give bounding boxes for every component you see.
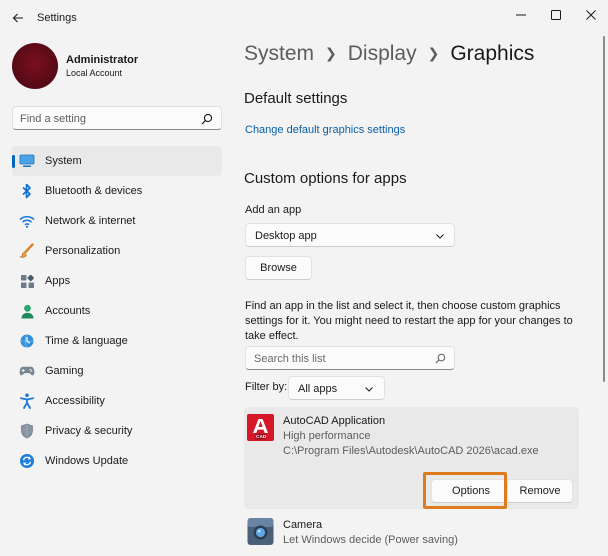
sidebar-item-personalization[interactable]: Personalization — [12, 236, 222, 266]
accessibility-icon — [19, 393, 35, 409]
default-settings-heading: Default settings — [244, 90, 348, 107]
sidebar-item-accounts[interactable]: Accounts — [12, 296, 222, 326]
list-search-input[interactable] — [254, 351, 429, 366]
sidebar-item-bluetooth[interactable]: Bluetooth & devices — [12, 176, 222, 206]
app-graphics-preference: High performance — [283, 430, 371, 442]
filter-dropdown[interactable]: All apps — [288, 376, 385, 400]
filter-label: Filter by: — [245, 381, 288, 393]
shield-icon — [19, 423, 35, 439]
sidebar-item-label: Time & language — [45, 335, 128, 347]
app-name: Camera — [283, 519, 323, 531]
app-path: C:\Program Files\Autodesk\AutoCAD 2026\a… — [283, 445, 539, 457]
filter-selected: All apps — [298, 383, 338, 395]
maximize-button[interactable] — [541, 4, 571, 26]
sidebar-item-system[interactable]: System — [12, 146, 222, 176]
close-button[interactable] — [576, 4, 606, 26]
app-type-selected: Desktop app — [255, 230, 317, 242]
sidebar-item-label: Bluetooth & devices — [45, 185, 143, 197]
sidebar-item-label: Privacy & security — [45, 425, 133, 437]
sidebar-item-gaming[interactable]: Gaming — [12, 356, 222, 386]
profile-name: Administrator — [66, 54, 139, 66]
sidebar-item-label: Personalization — [45, 245, 121, 257]
back-arrow-icon — [12, 13, 23, 23]
custom-options-heading: Custom options for apps — [244, 170, 407, 187]
minimize-button[interactable] — [506, 4, 536, 26]
bluetooth-icon — [19, 183, 35, 199]
breadcrumb-display[interactable]: Display — [348, 42, 417, 66]
sidebar-search-box — [12, 106, 222, 130]
instructions-text: Find an app in the list and select it, t… — [245, 300, 573, 342]
search-input[interactable] — [20, 111, 200, 126]
sidebar-item-windows-update[interactable]: Windows Update — [12, 446, 222, 476]
autocad-icon: CAD — [247, 414, 274, 441]
minimize-icon — [516, 14, 526, 16]
clock-globe-icon — [19, 333, 35, 349]
update-icon — [19, 453, 35, 469]
sidebar-nav: System Bluetooth & devices Network & int… — [12, 146, 222, 476]
apps-icon — [19, 273, 35, 289]
app-list-item-autocad[interactable]: CAD AutoCAD Application High performance… — [244, 407, 579, 509]
camera-icon — [247, 517, 274, 546]
chevron-down-icon — [365, 387, 373, 392]
paintbrush-icon — [19, 243, 35, 259]
options-highlight-box — [423, 472, 507, 509]
profile-account-type: Local Account — [66, 68, 123, 78]
back-button[interactable] — [8, 8, 28, 28]
app-graphics-preference: Let Windows decide (Power saving) — [283, 534, 458, 546]
app-name: AutoCAD Application — [283, 415, 386, 427]
list-search-box — [245, 346, 455, 370]
sidebar-item-label: Apps — [45, 275, 71, 287]
sidebar-item-apps[interactable]: Apps — [12, 266, 222, 296]
chevron-right-icon: ❯ — [325, 45, 337, 61]
search-icon[interactable] — [201, 113, 213, 125]
gamepad-icon — [19, 363, 35, 379]
sidebar-item-privacy-security[interactable]: Privacy & security — [12, 416, 222, 446]
add-app-label: Add an app — [245, 204, 302, 216]
sidebar-item-label: Accessibility — [45, 395, 105, 407]
wifi-icon — [19, 213, 35, 229]
chevron-down-icon — [436, 234, 444, 239]
scrollbar[interactable] — [603, 36, 605, 382]
sidebar-item-label: System — [45, 155, 82, 167]
sidebar-item-network[interactable]: Network & internet — [12, 206, 222, 236]
sidebar-item-time-language[interactable]: Time & language — [12, 326, 222, 356]
remove-button[interactable]: Remove — [507, 479, 573, 503]
app-title: Settings — [37, 12, 77, 24]
sidebar-item-label: Network & internet — [45, 215, 136, 227]
title-bar: Settings — [0, 0, 608, 36]
avatar[interactable] — [12, 43, 58, 89]
sidebar-item-accessibility[interactable]: Accessibility — [12, 386, 222, 416]
change-default-graphics-link[interactable]: Change default graphics settings — [245, 124, 405, 136]
search-icon[interactable] — [435, 353, 446, 364]
autocad-icon-label: CAD — [256, 434, 267, 439]
chevron-right-icon: ❯ — [427, 45, 440, 61]
sidebar-item-label: Windows Update — [45, 455, 129, 467]
close-icon — [586, 10, 596, 20]
breadcrumb-system[interactable]: System — [244, 42, 314, 66]
sidebar-item-label: Gaming — [45, 365, 84, 377]
browse-button[interactable]: Browse — [245, 256, 312, 280]
settings-window: Settings Administrator Local Account Sys… — [0, 0, 608, 556]
monitor-icon — [19, 153, 35, 169]
page-title: Graphics — [450, 42, 535, 65]
maximize-icon — [551, 10, 561, 20]
app-type-dropdown[interactable]: Desktop app — [245, 223, 455, 247]
person-icon — [19, 303, 35, 319]
breadcrumb: System ❯ Display ❯ Graphics — [244, 42, 534, 66]
sidebar-item-label: Accounts — [45, 305, 91, 317]
